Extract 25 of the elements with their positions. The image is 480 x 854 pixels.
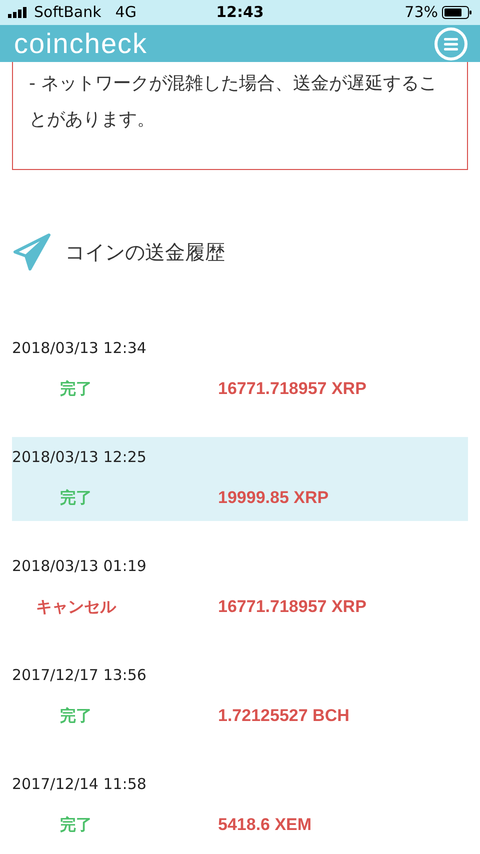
carrier-name: SoftBank [34,2,102,24]
network-type: 4G [115,2,136,24]
notice-text: - ネットワークが混雑した場合、送金が遅延することがあります。 [29,72,438,132]
status-label: 完了 [60,705,92,727]
amount: 16771.718957 XRP [218,378,366,400]
amount: 5418.6 XEM [218,814,312,836]
paper-plane-icon [13,233,51,271]
status-label: 完了 [60,487,92,509]
history-date: 2018/03/13 01:19 [12,556,148,576]
amount: 16771.718957 XRP [218,596,366,618]
history-date: 2018/03/13 12:34 [12,338,148,358]
battery-icon [442,6,472,19]
history-row[interactable]: 2018/03/13 12:25 完了 19999.85 XRP [12,437,468,521]
menu-icon[interactable] [434,26,468,60]
status-label: キャンセル [36,596,116,618]
battery-percent: 73% [404,2,438,24]
history-date: 2018/03/13 12:25 [12,447,148,467]
clock: 12:43 [215,2,265,24]
status-label: 完了 [60,378,92,400]
history-date: 2017/12/14 11:58 [12,774,148,794]
section-title: コインの送金履歴 [65,239,225,266]
amount: 1.72125527 BCH [218,705,350,728]
status-label: 完了 [60,814,92,836]
history-date: 2017/12/17 13:56 [12,665,148,685]
amount: 19999.85 XRP [218,487,329,510]
